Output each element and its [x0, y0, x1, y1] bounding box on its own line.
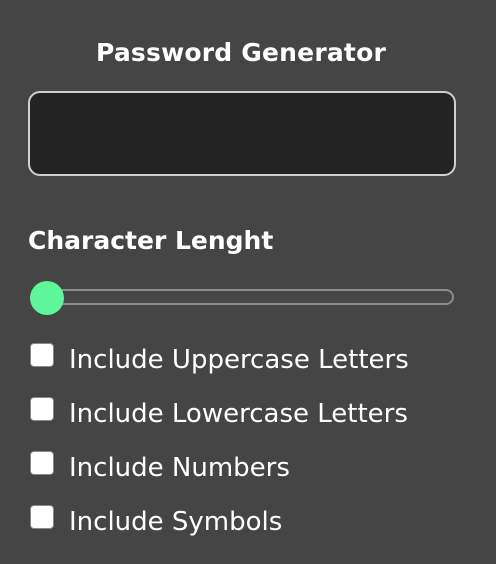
option-uppercase[interactable]: Include Uppercase Letters: [30, 342, 409, 378]
character-length-slider-track[interactable]: [30, 289, 454, 305]
lowercase-label: Include Lowercase Letters: [69, 399, 408, 429]
uppercase-checkbox[interactable]: [30, 343, 54, 367]
symbols-checkbox[interactable]: [30, 505, 54, 529]
option-lowercase[interactable]: Include Lowercase Letters: [30, 396, 408, 432]
password-display-field[interactable]: [28, 91, 456, 176]
numbers-label: Include Numbers: [69, 453, 290, 483]
lowercase-checkbox[interactable]: [30, 397, 54, 421]
option-symbols[interactable]: Include Symbols: [30, 504, 282, 540]
symbols-label: Include Symbols: [69, 507, 283, 537]
uppercase-label: Include Uppercase Letters: [69, 345, 409, 375]
numbers-checkbox[interactable]: [30, 451, 54, 475]
page-title: Password Generator: [96, 38, 386, 67]
character-length-slider-thumb[interactable]: [30, 281, 64, 315]
password-generator-panel: Password Generator Character Lenght Incl…: [0, 0, 496, 564]
character-length-label: Character Lenght: [28, 226, 274, 255]
option-numbers[interactable]: Include Numbers: [30, 450, 290, 486]
